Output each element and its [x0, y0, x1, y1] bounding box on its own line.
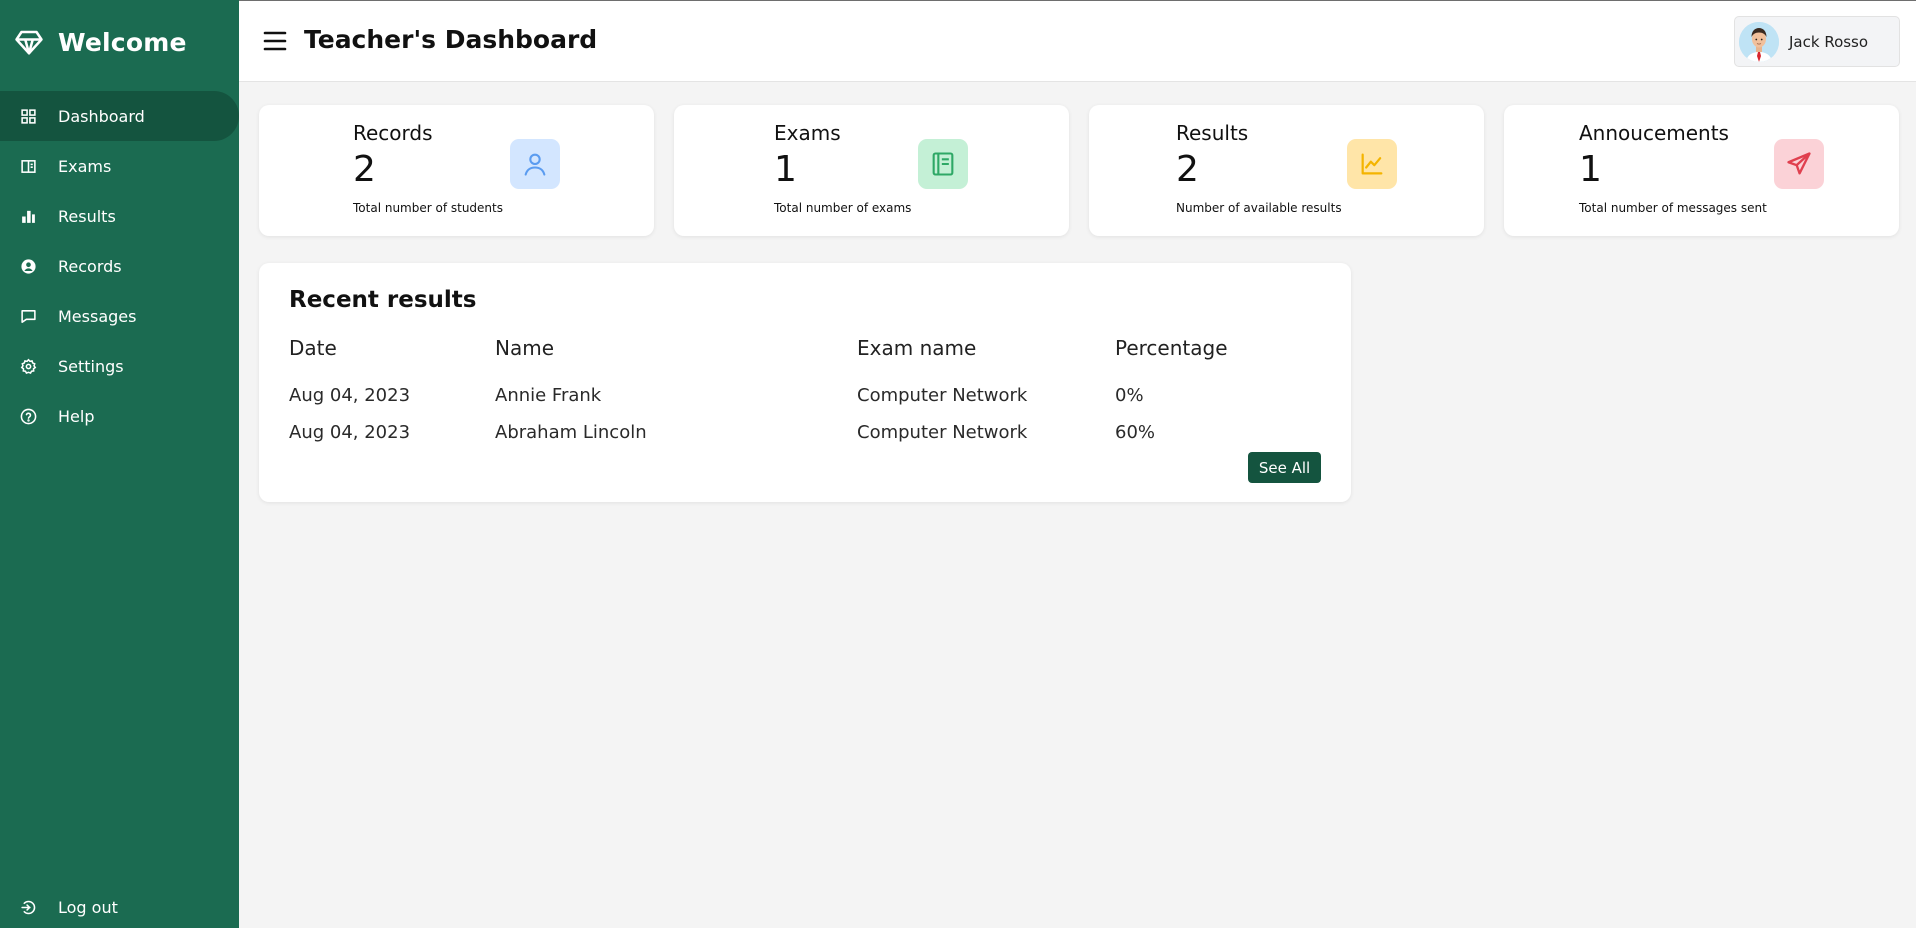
sidebar-item-label: Results [58, 206, 116, 226]
stat-card-announcements: Annoucements 1 Total number of messages … [1504, 105, 1899, 236]
user-name: Jack Rosso [1789, 32, 1869, 51]
logout-button[interactable]: Log out [0, 882, 239, 928]
user-profile-button[interactable]: Jack Rosso [1734, 16, 1900, 67]
cell-name: Annie Frank [495, 385, 602, 406]
column-header-exam-name: Exam name [857, 336, 977, 360]
card-value: 1 [1579, 149, 1602, 190]
book-open-icon [21, 159, 36, 173]
card-icon-tile [918, 139, 968, 189]
logout-label: Log out [58, 897, 118, 917]
sidebar-item-label: Records [58, 256, 122, 276]
help-circle-icon [20, 408, 37, 424]
card-label: Annoucements [1579, 121, 1729, 145]
sidebar-item-dashboard[interactable]: Dashboard [0, 91, 239, 141]
sidebar-item-records[interactable]: Records [0, 241, 239, 291]
stat-card-results: Results 2 Number of available results [1089, 105, 1484, 236]
card-icon-tile [1774, 139, 1824, 189]
sidebar-item-exams[interactable]: Exams [0, 141, 239, 191]
sidebar-item-label: Dashboard [58, 106, 145, 126]
column-header-percentage: Percentage [1115, 336, 1228, 360]
cell-exam-name: Computer Network [857, 385, 1028, 406]
sidebar-item-messages[interactable]: Messages [0, 291, 239, 341]
user-circle-icon [21, 258, 36, 274]
sidebar-item-results[interactable]: Results [0, 191, 239, 241]
cell-name: Abraham Lincoln [495, 422, 647, 443]
column-header-date: Date [289, 336, 337, 360]
card-value: 2 [1176, 149, 1199, 190]
cell-exam-name: Computer Network [857, 422, 1028, 443]
sidebar-item-label: Help [58, 406, 95, 426]
card-label: Records [353, 121, 433, 145]
card-label: Results [1176, 121, 1249, 145]
sidebar-nav: Dashboard Exams Results Records Messages… [0, 91, 239, 441]
cell-percentage: 60% [1115, 422, 1156, 443]
stat-card-records: Records 2 Total number of students [259, 105, 654, 236]
top-bar: Teacher's Dashboard Jack Rosso [239, 0, 1916, 82]
page-title: Teacher's Dashboard [304, 25, 598, 54]
brand-title: Welcome [58, 27, 187, 57]
sidebar-item-settings[interactable]: Settings [0, 341, 239, 391]
bar-chart-icon [22, 210, 35, 223]
brand[interactable]: Welcome [14, 24, 187, 60]
card-description: Number of available results [1176, 201, 1342, 215]
sidebar: Welcome Dashboard Exams Results Records … [0, 0, 239, 928]
diamond-icon [15, 30, 43, 55]
line-chart-icon [1361, 153, 1383, 175]
column-header-name: Name [495, 336, 555, 360]
see-all-button[interactable]: See All [1248, 452, 1321, 483]
card-description: Total number of students [353, 201, 503, 215]
panel-title: Recent results [289, 287, 477, 313]
cell-percentage: 0% [1115, 385, 1144, 406]
avatar [1739, 21, 1779, 62]
hamburger-menu-icon[interactable] [263, 30, 287, 52]
send-icon [1787, 152, 1811, 175]
sidebar-item-help[interactable]: Help [0, 391, 239, 441]
gear-icon [20, 358, 37, 374]
card-value: 1 [774, 149, 797, 190]
stat-card-exams: Exams 1 Total number of exams [674, 105, 1069, 236]
cell-date: Aug 04, 2023 [289, 422, 411, 443]
sidebar-item-label: Settings [58, 356, 124, 376]
card-description: Total number of messages sent [1579, 201, 1767, 215]
recent-results-panel: Recent results Date Name Exam name Perce… [259, 263, 1351, 502]
card-icon-tile [510, 139, 560, 189]
grid-icon [21, 108, 36, 124]
user-icon [524, 153, 546, 176]
sidebar-item-label: Exams [58, 156, 112, 176]
card-icon-tile [1347, 139, 1397, 189]
card-label: Exams [774, 121, 841, 145]
sidebar-item-label: Messages [58, 306, 137, 326]
message-icon [21, 309, 36, 323]
cell-date: Aug 04, 2023 [289, 385, 411, 406]
book-icon [932, 152, 954, 176]
logout-icon [21, 900, 36, 914]
card-value: 2 [353, 149, 376, 190]
card-description: Total number of exams [774, 201, 912, 215]
